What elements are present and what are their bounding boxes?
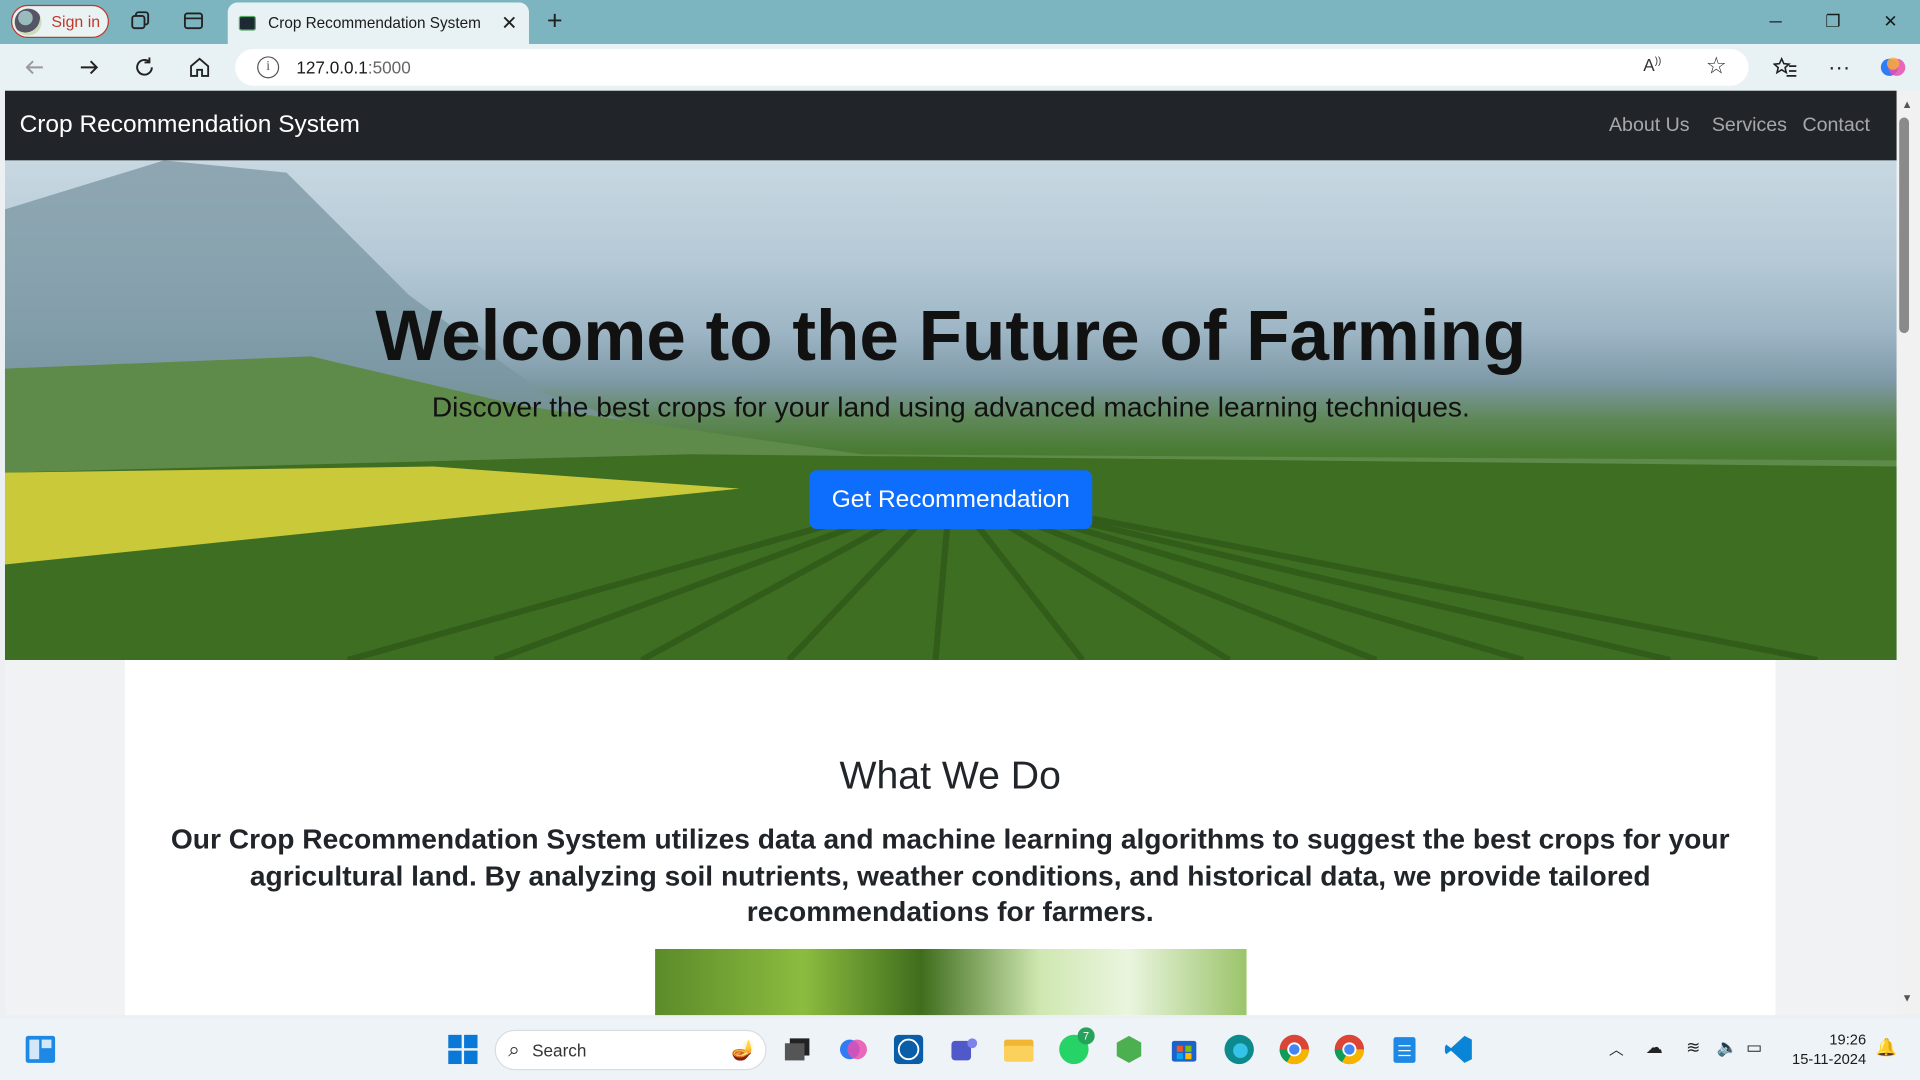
nav-link-services[interactable]: Services: [1712, 115, 1787, 137]
read-aloud-icon[interactable]: A)): [1643, 55, 1661, 75]
nav-link-about[interactable]: About Us: [1609, 115, 1690, 137]
dell-icon[interactable]: [890, 1031, 927, 1068]
forward-icon[interactable]: [76, 54, 103, 81]
corn-plants-image: [655, 948, 1247, 1016]
taskbar-search-box[interactable]: ⌕ Search 🪔: [494, 1029, 767, 1071]
url-text: 127.0.0.1:5000: [296, 57, 411, 78]
scrollbar-thumb[interactable]: [1899, 117, 1909, 334]
new-tab-icon[interactable]: +: [542, 5, 566, 36]
tab-active[interactable]: Crop Recommendation System ✕: [227, 2, 529, 45]
browser-tab-strip: Sign in Crop Recommendation System ✕ + ─…: [0, 0, 1920, 45]
wifi-icon[interactable]: ≋: [1686, 1037, 1700, 1058]
more-menu-icon[interactable]: ···: [1826, 54, 1853, 81]
site-navbar: Crop Recommendation System About Us Serv…: [4, 90, 1897, 161]
profile-signin-button[interactable]: Sign in: [11, 4, 109, 38]
copilot-icon[interactable]: [1880, 54, 1907, 81]
get-recommendation-button[interactable]: Get Recommendation: [809, 470, 1093, 529]
close-tab-icon[interactable]: ✕: [497, 11, 521, 35]
back-icon[interactable]: [21, 54, 48, 81]
avatar: [14, 7, 42, 35]
edge-icon[interactable]: [1221, 1031, 1258, 1068]
start-menu-icon[interactable]: [444, 1031, 481, 1068]
home-icon[interactable]: [186, 54, 213, 81]
nav-link-contact[interactable]: Contact: [1802, 115, 1870, 137]
favorite-star-icon[interactable]: ☆: [1706, 53, 1727, 81]
diwali-lamp-icon: 🪔: [731, 1040, 756, 1062]
workspaces-icon[interactable]: [129, 9, 153, 33]
task-view-icon[interactable]: [779, 1031, 816, 1068]
clock-date: 15-11-2024: [1792, 1050, 1867, 1068]
scroll-up-icon[interactable]: ▲: [1902, 98, 1913, 110]
notification-bell-icon[interactable]: 🔔: [1876, 1037, 1897, 1058]
browser-toolbar: i 127.0.0.1:5000 A)) ☆ ···: [0, 44, 1920, 91]
hero-title: Welcome to the Future of Farming: [375, 296, 1527, 376]
battery-icon[interactable]: ▭: [1746, 1037, 1762, 1058]
onedrive-icon[interactable]: ☁: [1646, 1037, 1663, 1058]
chrome-profile-2-icon[interactable]: [1331, 1031, 1368, 1068]
tab-actions-icon[interactable]: [181, 9, 205, 33]
what-we-do-section: What We Do Our Crop Recommendation Syste…: [124, 660, 1776, 1016]
widgets-icon[interactable]: [22, 1031, 59, 1068]
address-bar[interactable]: i 127.0.0.1:5000 A)) ☆: [235, 48, 1749, 86]
section-description: Our Crop Recommendation System utilizes …: [170, 822, 1730, 927]
refresh-icon[interactable]: [131, 54, 158, 81]
scroll-down-icon[interactable]: ▼: [1902, 992, 1913, 1004]
show-hidden-icons-icon[interactable]: ︿: [1609, 1038, 1624, 1059]
clock-time: 19:26: [1829, 1031, 1867, 1049]
notepad-icon[interactable]: [1386, 1031, 1423, 1068]
hero-section: Welcome to the Future of Farming Discove…: [4, 160, 1897, 661]
whatsapp-badge: 7: [1077, 1027, 1095, 1045]
whatsapp-icon[interactable]: 7: [1056, 1027, 1095, 1068]
system-clock[interactable]: 19:26 15-11-2024: [1785, 1030, 1866, 1069]
file-explorer-icon[interactable]: [1000, 1031, 1037, 1068]
web-page: Crop Recommendation System About Us Serv…: [4, 90, 1897, 1016]
search-placeholder: Search: [532, 1040, 587, 1060]
chrome-profile-1-icon[interactable]: [1276, 1031, 1313, 1068]
section-title: What We Do: [839, 753, 1061, 798]
search-icon: ⌕: [508, 1037, 520, 1062]
windows-taskbar: ⌕ Search 🪔 7 ︿ ☁ ≋ 🔈 ▭ 19:26 15-11-2024 …: [0, 1018, 1920, 1080]
close-window-icon[interactable]: ✕: [1876, 7, 1905, 34]
signin-label: Sign in: [51, 12, 101, 31]
restore-icon[interactable]: ❐: [1818, 7, 1847, 34]
minimize-icon[interactable]: ─: [1761, 7, 1790, 34]
tab-title: Crop Recommendation System: [268, 14, 481, 32]
favorites-icon[interactable]: [1772, 54, 1799, 81]
terminal-favicon-icon: [238, 15, 256, 31]
site-info-icon[interactable]: i: [257, 56, 280, 79]
vscode-icon[interactable]: [1440, 1031, 1477, 1068]
volume-icon[interactable]: 🔈: [1717, 1037, 1738, 1058]
site-brand-link[interactable]: Crop Recommendation System: [20, 111, 360, 139]
teams-icon[interactable]: [945, 1031, 982, 1068]
microsoft-store-icon[interactable]: [1166, 1031, 1203, 1068]
copilot-taskbar-icon[interactable]: [835, 1031, 872, 1068]
nodejs-icon[interactable]: [1111, 1031, 1148, 1068]
hero-subtitle: Discover the best crops for your land us…: [431, 390, 1470, 423]
